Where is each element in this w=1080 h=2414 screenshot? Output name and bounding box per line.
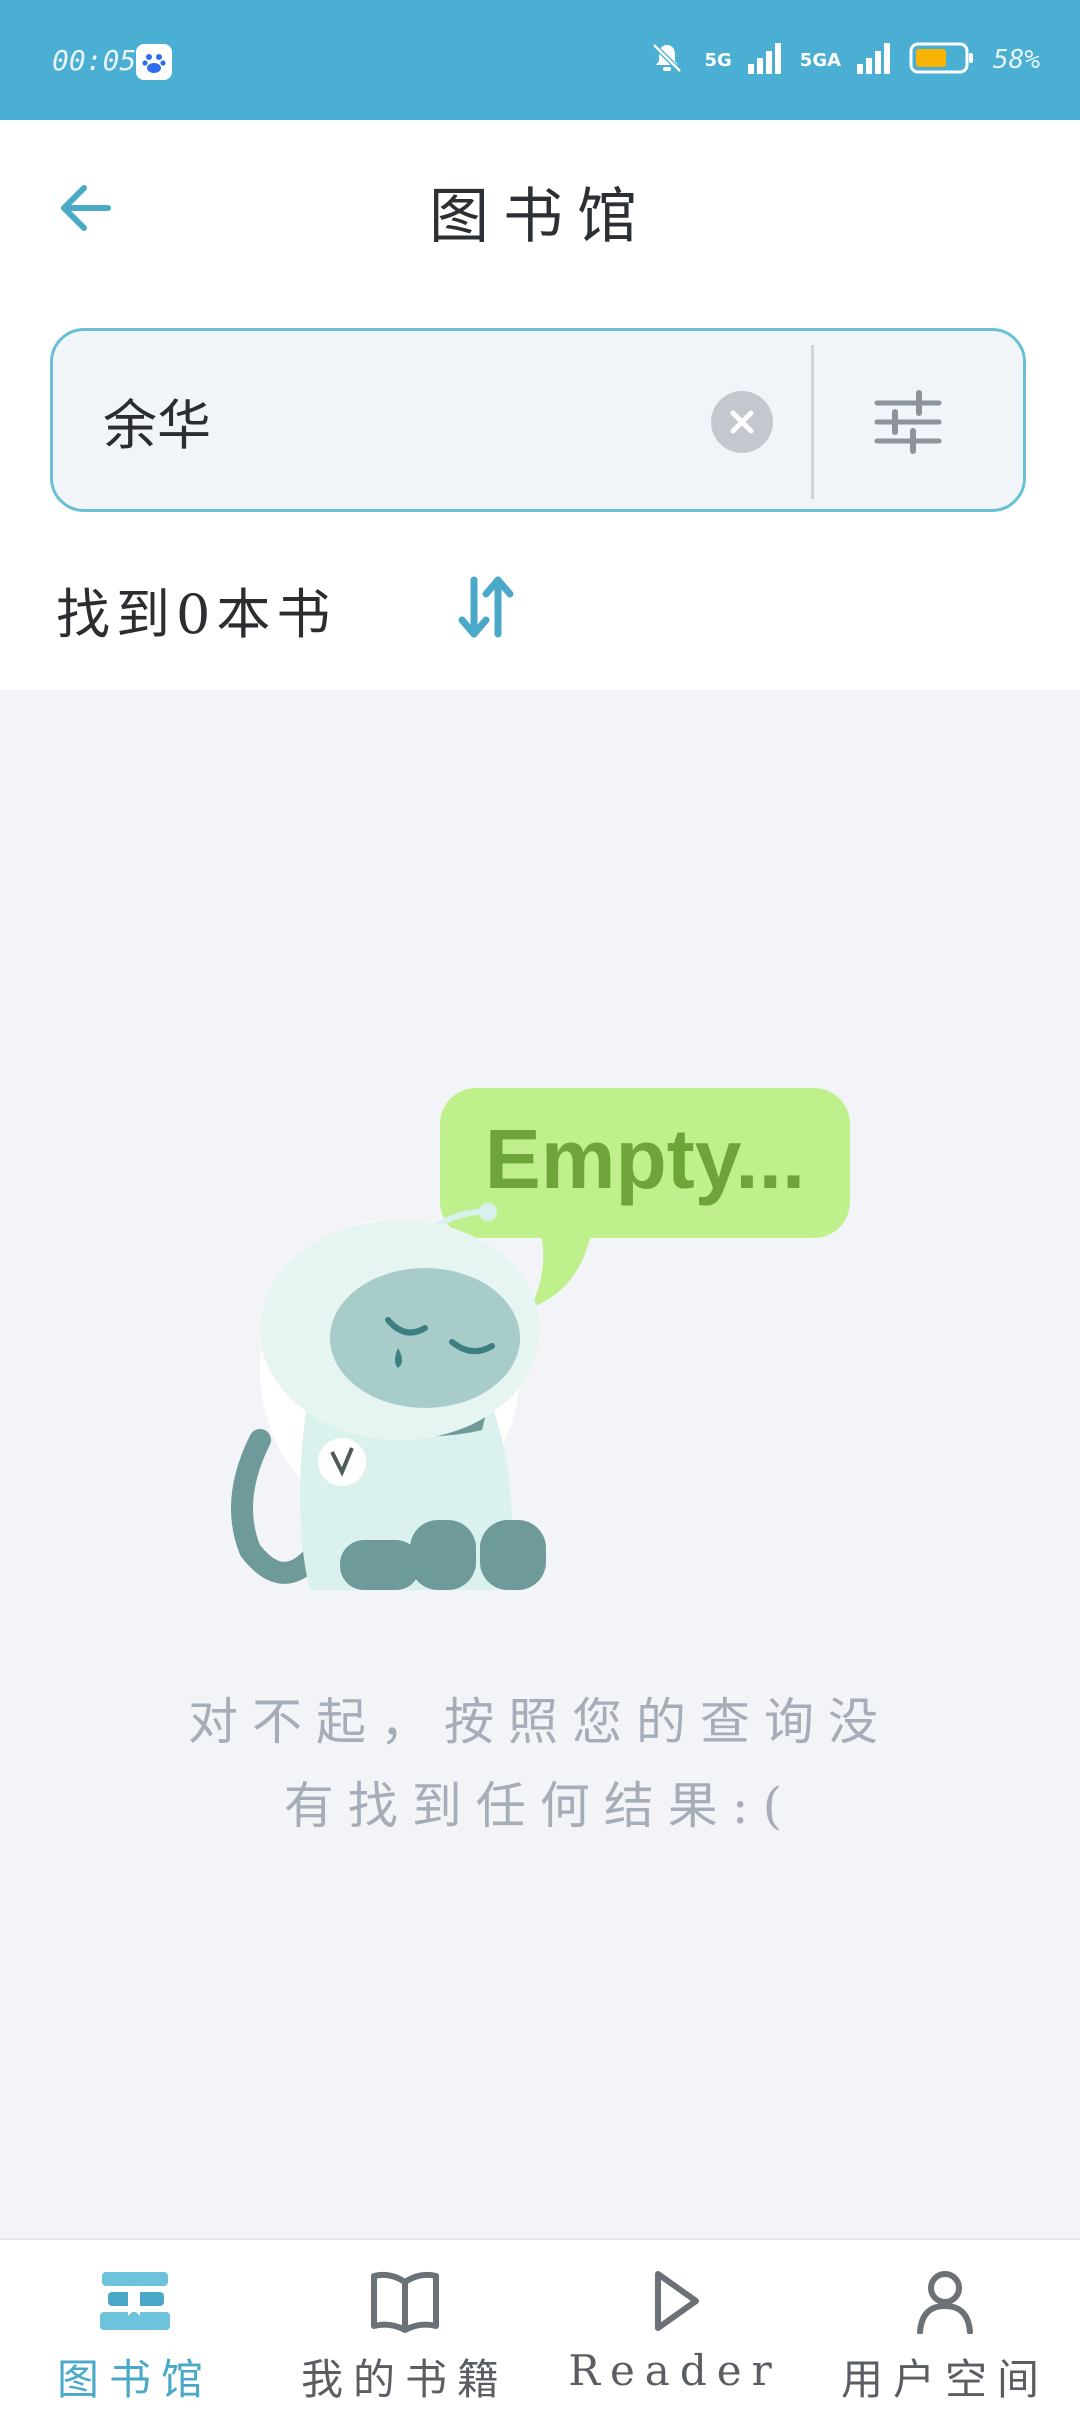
user-icon [917,2271,973,2334]
sliders-icon [874,390,942,454]
nav-item-reader[interactable]: Reader [540,2240,810,2414]
play-icon [655,2271,699,2331]
baidu-app-icon [136,44,172,80]
nav-item-user-space[interactable]: 用户空间 [810,2240,1080,2414]
search-box [50,328,1026,512]
status-time: 00:05 [52,44,137,77]
bottom-nav: 图书馆 我的书籍 Reader 用户空间 [0,2238,1080,2414]
mute-bell-icon [648,39,686,81]
sort-arrows-icon [458,576,514,638]
nav-item-my-books[interactable]: 我的书籍 [270,2240,540,2414]
nav-label-my-books: 我的书籍 [300,2355,509,2404]
bubble-text: Empty... [485,1112,806,1206]
status-indicators: 5G 5GA 58% [648,36,1040,84]
empty-message-line-1: 对不起，按照您的查询没 [188,1693,892,1751]
search-input[interactable] [101,379,705,461]
signal-1-icon [746,40,782,80]
status-bar: 00:05 5G 5GA 58% [0,0,1080,120]
clear-search-button[interactable] [711,391,773,453]
signal-2-icon [855,40,891,80]
empty-message: 对不起，按照您的查询没 有找到任何结果:( [0,1680,1080,1848]
library-icon [100,2272,170,2330]
nav-item-library[interactable]: 图书馆 [0,2240,270,2414]
nav-label-user-space: 用户空间 [840,2355,1049,2404]
library-search-screen: 00:05 5G 5GA 58% 图书馆 余华 找到0本书 Empty... 对… [0,0,1080,2414]
empty-message-line-2: 有找到任何结果:( [283,1777,797,1835]
signal-2-label: 5GA [799,49,842,71]
nav-label-library: 图书馆 [56,2355,213,2404]
book-open-icon [371,2271,439,2333]
battery-percentage: 58% [993,45,1040,75]
signal-1-label: 5G [704,49,732,71]
empty-illustration: Empty... [220,1080,870,1600]
nav-label-reader: Reader [568,2346,782,2395]
page-title: 图书馆 [429,182,651,252]
filter-button[interactable] [873,387,943,457]
sort-button[interactable] [456,572,516,642]
search-divider [811,345,814,499]
close-icon [730,410,754,434]
result-count: 找到0本书 [56,583,337,646]
battery-icon [909,41,975,79]
